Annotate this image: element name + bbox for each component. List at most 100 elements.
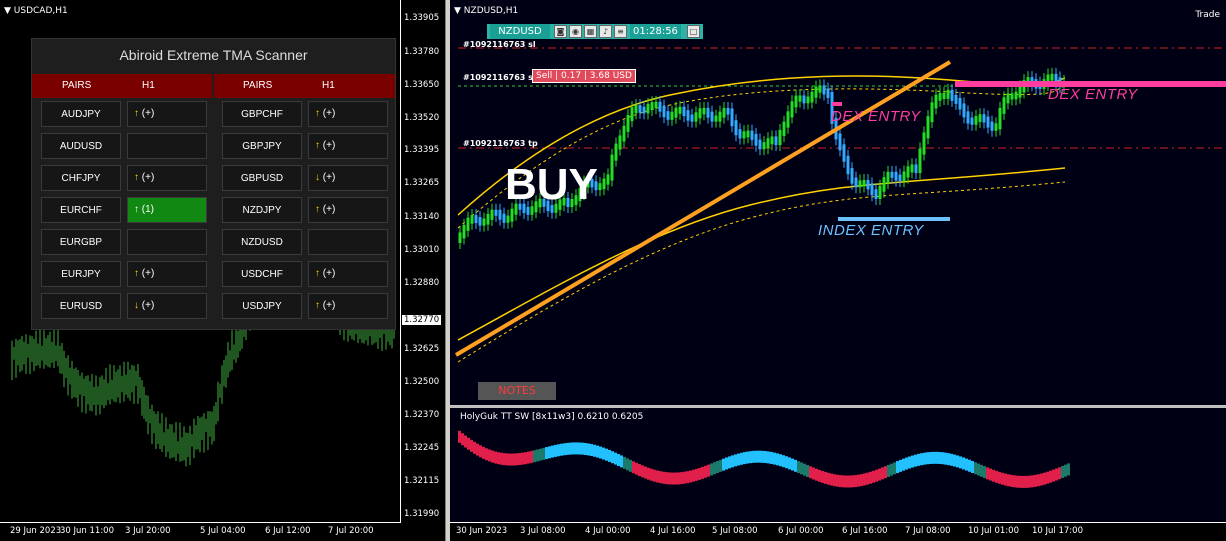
time-tick-label: 5 Jul 08:00 — [712, 526, 758, 536]
scanner-signal-cell-eurgbp[interactable] — [127, 229, 207, 255]
scanner-header-right: PAIRS H1 — [214, 74, 395, 98]
scanner-pair-cell-audjpy[interactable]: AUDJPY — [41, 101, 121, 127]
oscillator-bar — [572, 442, 575, 455]
candle-body — [982, 114, 986, 123]
oscillator-bar — [887, 464, 890, 477]
candle-body — [486, 213, 490, 225]
signal-label: (+) — [320, 172, 336, 183]
pair-label: GBPUSD — [240, 173, 284, 184]
scanner-pair-cell-gbpusd[interactable]: GBPUSD — [222, 165, 302, 191]
scanner-pair-cell-eurusd[interactable]: EURUSD — [41, 293, 121, 319]
price-tick-label: 1.32880 — [404, 278, 440, 288]
oscillator-bar — [992, 469, 995, 482]
oscillator-bar — [539, 448, 542, 461]
scanner-pair-cell-nzdjpy[interactable]: NZDJPY — [222, 197, 302, 223]
oscillator-bar — [743, 452, 746, 465]
oscillator-bar — [635, 462, 638, 475]
scanner-signal-cell-nzdusd[interactable] — [308, 229, 388, 255]
oscillator-bar — [737, 453, 740, 466]
scanner-pair-cell-eurgbp[interactable]: EURGBP — [41, 229, 121, 255]
candle-body — [974, 116, 978, 125]
scanner-signal-cell-gbpchf[interactable]: ↑ (+) — [308, 101, 388, 127]
pair-label: NZDJPY — [242, 205, 282, 216]
scanner-pair-cell-gbpchf[interactable]: GBPCHF — [222, 101, 302, 127]
oscillator-bar — [830, 473, 833, 486]
oscillator-bar — [812, 467, 815, 480]
signal-value: ↑ (+) — [315, 204, 335, 215]
candle-body — [626, 115, 630, 132]
candle-body — [918, 148, 922, 174]
scanner-signal-cell-eurchf[interactable]: ↑ (1) — [127, 197, 207, 223]
sell-position-tag[interactable]: Sell | 0.17 | 3.68 USD — [532, 69, 636, 83]
oscillator-bar — [755, 450, 758, 463]
nzdusd-chart-window[interactable]: ▼ NZDUSD,H1 Trade NZDUSD ◙ ◉ ▦ ♪ ≡ 01:28… — [450, 0, 1226, 541]
scanner-signal-cell-chfjpy[interactable]: ↑ (+) — [127, 165, 207, 191]
candle-body — [758, 139, 762, 150]
scanner-signal-cell-audjpy[interactable]: ↑ (+) — [127, 101, 207, 127]
candle-body — [958, 97, 962, 110]
menu-icon[interactable]: ≡ — [614, 25, 627, 38]
calendar-icon[interactable]: ▦ — [584, 25, 597, 38]
eye-icon[interactable]: ◉ — [569, 25, 582, 38]
pair-label: AUDJPY — [61, 109, 101, 120]
candle-body — [978, 114, 982, 123]
signal-label: (+) — [139, 172, 155, 183]
oscillator-bar — [686, 471, 689, 484]
oscillator-bar — [728, 456, 731, 469]
candle-body — [1018, 86, 1022, 98]
bell-icon[interactable]: ♪ — [599, 25, 612, 38]
oscillator-bar — [1043, 472, 1046, 485]
oscillator-bar — [599, 446, 602, 459]
scanner-signal-cell-gbpjpy[interactable]: ↑ (+) — [308, 133, 388, 159]
scanner-pair-cell-usdchf[interactable]: USDCHF — [222, 261, 302, 287]
scanner-pair-cell-usdjpy[interactable]: USDJPY — [222, 293, 302, 319]
tp-line-label: #1092116763 tp — [463, 139, 538, 148]
scanner-pair-cell-eurjpy[interactable]: EURJPY — [41, 261, 121, 287]
camera-icon[interactable]: ◙ — [554, 25, 567, 38]
oscillator-bar — [899, 459, 902, 472]
price-tick-label: 1.33395 — [404, 145, 440, 155]
oscillator-bar — [1010, 474, 1013, 487]
oscillator-bar — [920, 453, 923, 466]
oscillator-bar — [488, 449, 491, 462]
nzdusd-time-axis[interactable]: 30 Jun 2023 3 Jul 08:00 4 Jul 00:00 4 Jul 1… — [450, 522, 1226, 541]
candle-body — [894, 171, 898, 181]
toolbar-pair-button[interactable]: NZDUSD — [490, 24, 550, 39]
scanner-pair-cell-nzdusd[interactable]: NZDUSD — [222, 229, 302, 255]
scanner-signal-cell-audusd[interactable] — [127, 133, 207, 159]
scanner-pair-cell-audusd[interactable]: AUDUSD — [41, 133, 121, 159]
candle-body — [962, 103, 966, 118]
candle-body — [478, 217, 482, 226]
usdcad-time-axis[interactable]: 29 Jun 2023 30 Jun 11:00 3 Jul 20:00 5 Jul … — [0, 522, 401, 541]
subwindow-divider[interactable] — [450, 405, 1226, 408]
scanner-pair-cell-gbpjpy[interactable]: GBPJPY — [222, 133, 302, 159]
candle-body — [950, 89, 954, 101]
pair-label: EURJPY — [61, 269, 101, 280]
scanner-signal-cell-usdjpy[interactable]: ↑ (+) — [308, 293, 388, 319]
time-tick-label: 3 Jul 20:00 — [125, 526, 171, 536]
oscillator-bar — [1022, 475, 1025, 488]
usdcad-price-scale[interactable]: 1.33905 1.33780 1.33650 1.33520 1.33395 1.332… — [400, 0, 445, 523]
price-tick-label: 1.32115 — [404, 476, 440, 486]
scanner-signal-cell-eurjpy[interactable]: ↑ (+) — [127, 261, 207, 287]
usdcad-chart-window[interactable]: ▼ USDCAD,H1 1.33905 1.33780 1.33650 1.33520… — [0, 0, 446, 541]
scanner-signal-cell-gbpusd[interactable]: ↓ (+) — [308, 165, 388, 191]
open-line-label: #1092116763 s — [463, 73, 533, 82]
oscillator-bar — [815, 468, 818, 481]
scanner-pair-cell-eurchf[interactable]: EURCHF — [41, 197, 121, 223]
scanner-signal-cell-eurusd[interactable]: ↓ (+) — [127, 293, 207, 319]
sl-line-label: #1092116763 sl — [463, 40, 536, 49]
candle-body — [618, 135, 622, 150]
scanner-signal-cell-nzdjpy[interactable]: ↑ (+) — [308, 197, 388, 223]
scanner-pair-cell-chfjpy[interactable]: CHFJPY — [41, 165, 121, 191]
candle-body — [706, 107, 710, 118]
candle-body — [806, 96, 810, 104]
signal-value: ↑ (+) — [315, 140, 335, 151]
oscillator-bar — [953, 454, 956, 467]
window-icon[interactable]: □ — [687, 25, 700, 38]
candle-body — [602, 178, 606, 190]
candle-body — [614, 143, 618, 161]
notes-button[interactable]: NOTES — [478, 382, 556, 400]
scanner-signal-cell-usdchf[interactable]: ↑ (+) — [308, 261, 388, 287]
oscillator-bar — [893, 462, 896, 475]
